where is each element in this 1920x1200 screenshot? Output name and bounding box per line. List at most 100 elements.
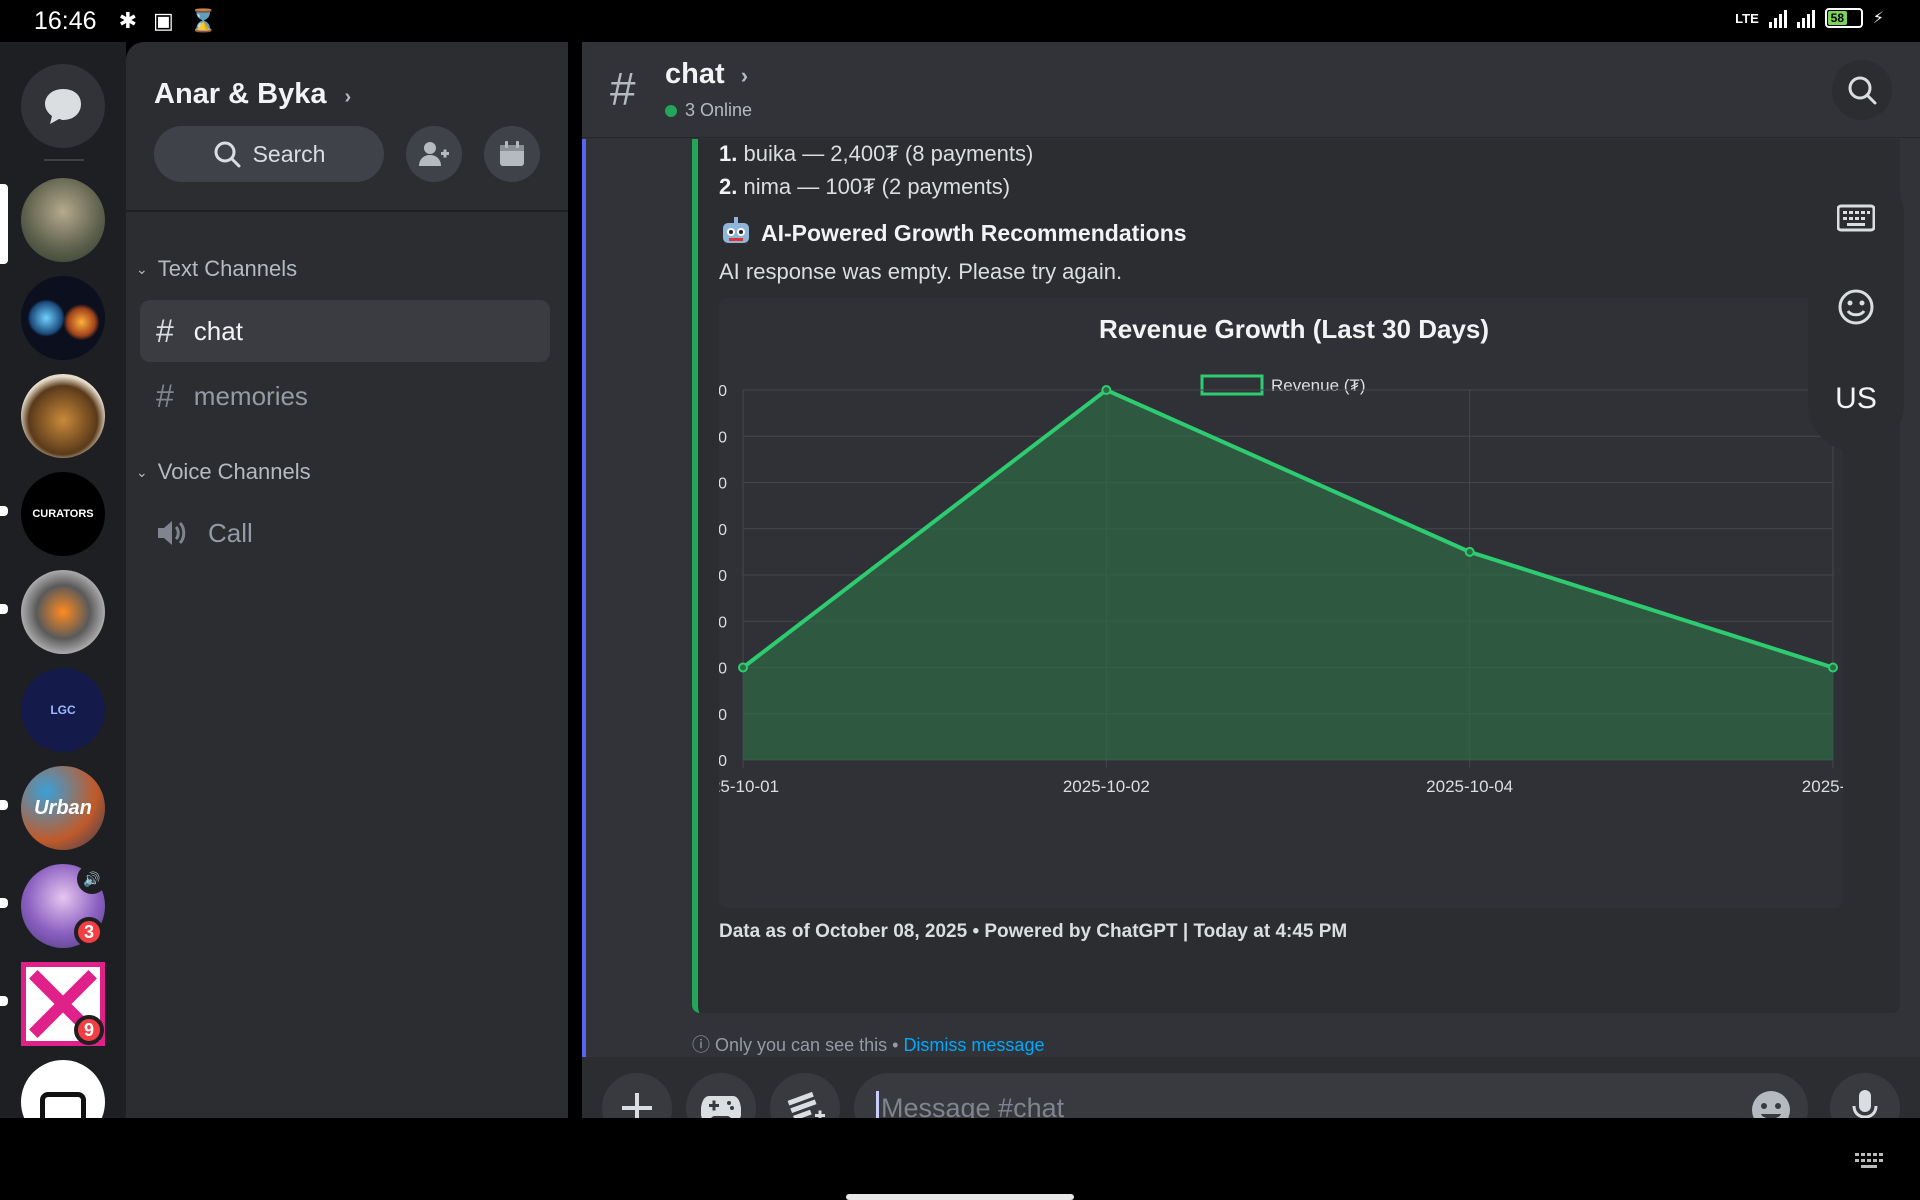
signal-icon-2 [1796, 8, 1815, 28]
category-voice-channels[interactable]: ⌄ Voice Channels [136, 459, 311, 485]
keyboard-icon [1836, 204, 1876, 232]
hash-icon: # [156, 312, 174, 349]
y-tick-label: 00 [719, 522, 727, 539]
y-tick-label: 00 [719, 383, 727, 400]
ai-section-title: AI-Powered Growth Recommendations [719, 217, 1187, 249]
server-knight[interactable] [21, 570, 105, 654]
microphone-icon [1852, 1090, 1878, 1118]
keyboard-toggle-icon[interactable] [1854, 1152, 1884, 1175]
chevron-right-icon: › [740, 63, 749, 88]
leaderboard-row: 2. nima — 100₮ (2 payments) [719, 174, 1011, 199]
server-lgc[interactable]: LGC [21, 668, 105, 752]
mention-badge: 3 [74, 917, 104, 947]
embed-footer: Data as of October 08, 2025 • Powered by… [719, 921, 1348, 942]
composer: Message #chat [582, 1057, 1920, 1118]
ai-response-text: AI response was empty. Please try again. [719, 259, 1123, 284]
server-house[interactable] [21, 374, 105, 458]
vibrate-icon: ▣ [153, 8, 174, 33]
x-tick-label: 2025-10-04 [1426, 777, 1513, 796]
main-panel: # chat › 3 Online 1. buika — 2,400₮ (8 p… [582, 42, 1920, 1118]
emoji-button[interactable] [1750, 1089, 1792, 1118]
online-status: 3 Online [665, 100, 752, 121]
keyboard-button[interactable] [1836, 204, 1876, 237]
calendar-icon [500, 141, 524, 166]
bot-embed: 1. buika — 2,400₮ (8 payments) 2. nima —… [692, 139, 1900, 1013]
server-play[interactable] [21, 1060, 105, 1118]
emoji-icon [1752, 1091, 1790, 1118]
text-caret [876, 1091, 879, 1118]
robot-icon [723, 217, 749, 243]
attach-button[interactable] [602, 1073, 672, 1118]
speaker-icon: 🔊 [77, 864, 107, 894]
y-tick-label: 00 [719, 476, 727, 493]
charging-icon: ⚡ [1872, 10, 1884, 27]
battery-icon: 58 [1824, 8, 1863, 28]
active-server-pill [0, 184, 8, 264]
message-list[interactable]: 1. buika — 2,400₮ (8 payments) 2. nima —… [582, 139, 1920, 1057]
apps-button[interactable] [770, 1073, 840, 1118]
dm-button[interactable] [21, 64, 105, 148]
y-tick-label: 00 [719, 568, 727, 585]
network-type: LTE [1735, 10, 1759, 26]
chevron-down-icon: ⌄ [136, 463, 148, 480]
smiley-icon [1838, 289, 1874, 325]
message-input[interactable]: Message #chat [854, 1073, 1808, 1118]
info-icon: ⓘ [692, 1035, 710, 1055]
online-dot-icon [665, 104, 677, 117]
channel-memories[interactable]: # memories [140, 365, 550, 427]
home-indicator[interactable] [846, 1194, 1074, 1200]
language-button[interactable]: US [1835, 382, 1877, 416]
header-search-button[interactable] [1832, 60, 1892, 120]
add-user-icon [419, 142, 449, 166]
server-curators[interactable]: CURATORS [21, 472, 105, 556]
plus-icon [622, 1093, 652, 1118]
hash-icon: # [610, 63, 636, 115]
events-button[interactable] [484, 126, 540, 182]
chevron-down-icon: ⌄ [136, 260, 148, 277]
search-icon [214, 141, 241, 168]
signal-icon [1768, 8, 1787, 28]
voice-message-button[interactable] [1830, 1073, 1900, 1118]
legend-label: Revenue (₮) [1271, 376, 1365, 395]
rail-divider [44, 159, 84, 161]
ephemeral-notice: ⓘ Only you can see this • Dismiss messag… [692, 1035, 1045, 1055]
play-icon [40, 1092, 86, 1118]
invite-button[interactable] [406, 126, 462, 182]
channel-header: # chat › 3 Online [582, 42, 1920, 138]
y-tick-label: 00 [719, 429, 727, 446]
y-tick-label: 00 [719, 707, 727, 724]
search-icon [1848, 76, 1877, 105]
hourglass-icon: ⌛ [189, 8, 218, 33]
channel-title[interactable]: chat › [665, 58, 748, 91]
keyboard-floating-panel: US [1808, 168, 1904, 452]
channel-chat[interactable]: # chat [140, 300, 550, 362]
dismiss-link[interactable]: Dismiss message [903, 1035, 1044, 1055]
speaker-icon [158, 521, 186, 545]
hash-icon: # [156, 377, 174, 414]
legend-swatch [1200, 374, 1264, 396]
server-orbs[interactable] [21, 276, 105, 360]
data-point [1101, 385, 1112, 395]
channel-sidebar: Anar & Byka › Search ⌄ Text Channels # c… [126, 42, 568, 1118]
chart-title: Revenue Growth (Last 30 Days) [1099, 314, 1489, 344]
search-button[interactable]: Search [154, 126, 384, 182]
system-nav-bar [0, 1118, 1920, 1200]
server-gazebo[interactable] [21, 178, 105, 262]
chart-svg: Revenue Growth (Last 30 Days) Revenue (₮… [719, 314, 1843, 796]
y-tick-label: 0 [719, 753, 727, 770]
status-time: 16:46 [34, 6, 97, 35]
gamepad-icon [701, 1096, 741, 1118]
category-text-channels[interactable]: ⌄ Text Channels [136, 256, 297, 282]
app-launcher-icon [787, 1091, 825, 1118]
emoji-keyboard-button[interactable] [1837, 288, 1875, 331]
x-tick-label: 25-10-01 [719, 777, 779, 796]
data-point [1828, 662, 1838, 673]
server-name[interactable]: Anar & Byka › [154, 78, 351, 111]
activities-button[interactable] [686, 1073, 756, 1118]
bluetooth-icon: ✱ [118, 8, 137, 33]
data-point [738, 662, 748, 673]
y-tick-label: 00 [719, 614, 727, 631]
y-tick-label: 00 [719, 661, 727, 678]
server-urban[interactable]: Urban [21, 766, 105, 850]
channel-call[interactable]: Call [140, 502, 550, 564]
